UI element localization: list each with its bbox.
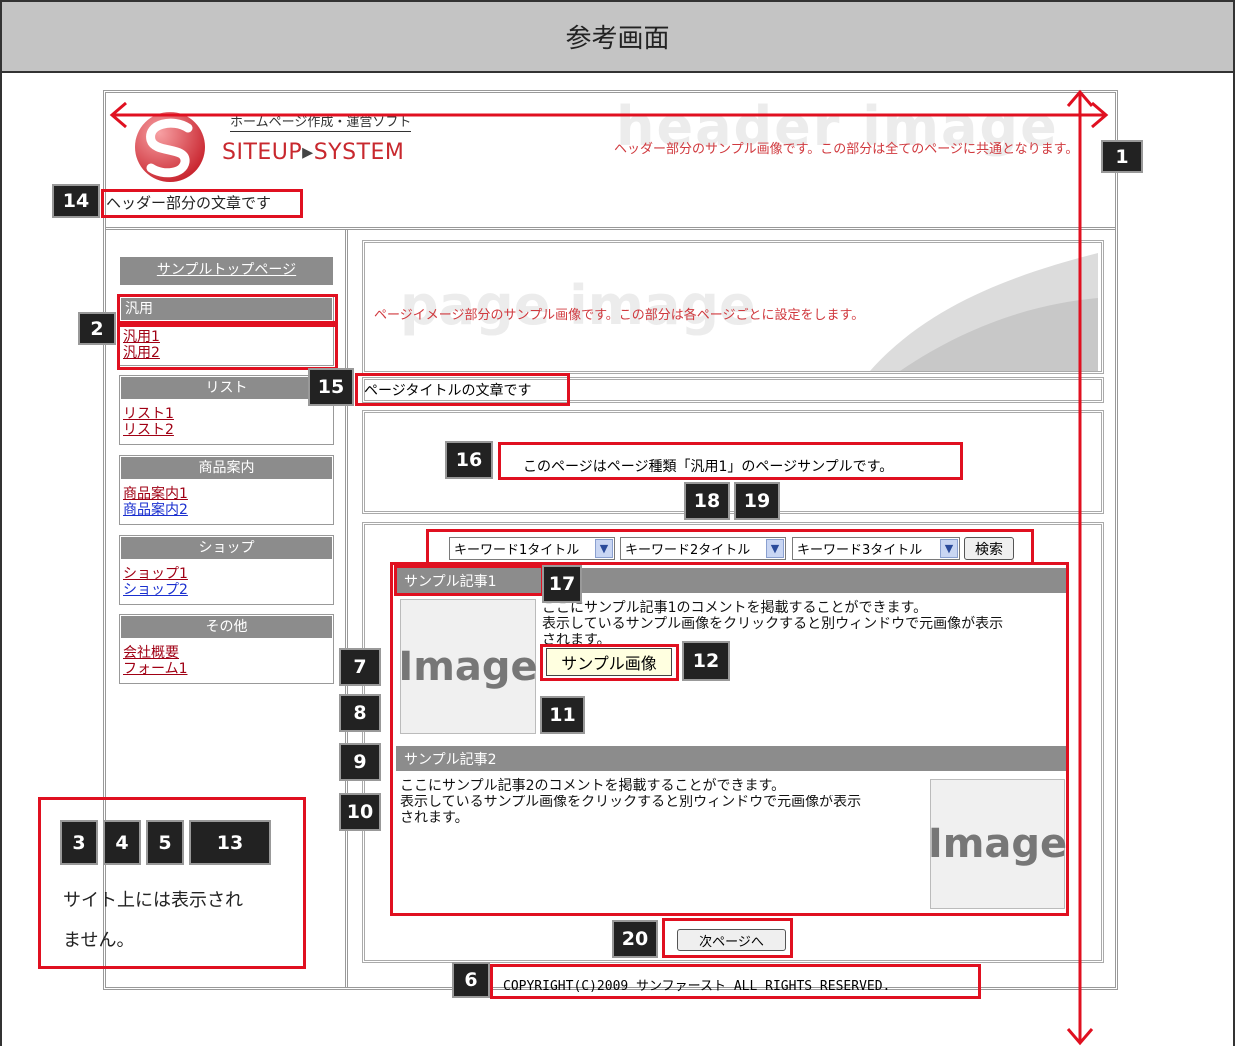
badge-4: 4	[103, 820, 141, 865]
title-text: 参考画面	[565, 24, 670, 54]
annotation-box-12	[540, 644, 679, 681]
annotation-box-17	[394, 565, 544, 596]
badge-5: 5	[146, 820, 184, 865]
annotation-box-2a	[117, 294, 338, 324]
annotation-box-20	[662, 918, 793, 958]
annotation-box-articles	[390, 562, 1069, 916]
badge-8: 8	[339, 694, 381, 732]
badge-14: 14	[52, 184, 100, 218]
badge-19: 19	[734, 482, 780, 520]
badge-15: 15	[308, 368, 354, 406]
note-line2: ません。	[63, 930, 135, 951]
badge-10: 10	[339, 793, 381, 831]
badge-16: 16	[445, 441, 493, 479]
badge-7: 7	[339, 648, 381, 686]
annotation-box-search	[426, 529, 1034, 565]
annotation-box-6	[490, 964, 981, 999]
badge-9: 9	[339, 743, 381, 781]
badge-13: 13	[189, 820, 271, 865]
reference-screen-title: 参考画面	[0, 0, 1235, 73]
badge-1: 1	[1101, 140, 1143, 173]
badge-12: 12	[682, 641, 730, 681]
badge-18: 18	[684, 482, 730, 520]
annotation-box-15	[355, 373, 570, 406]
badge-6: 6	[452, 962, 490, 998]
annotation-box-14	[101, 189, 303, 218]
badge-17: 17	[542, 565, 582, 603]
badge-2: 2	[78, 312, 116, 345]
badge-20: 20	[612, 920, 658, 958]
annotation-box-2b	[117, 324, 338, 370]
annotation-box-16	[498, 442, 963, 480]
note-line1: サイト上には表示され	[63, 890, 243, 911]
badge-11: 11	[540, 696, 585, 734]
badge-3: 3	[60, 820, 98, 865]
